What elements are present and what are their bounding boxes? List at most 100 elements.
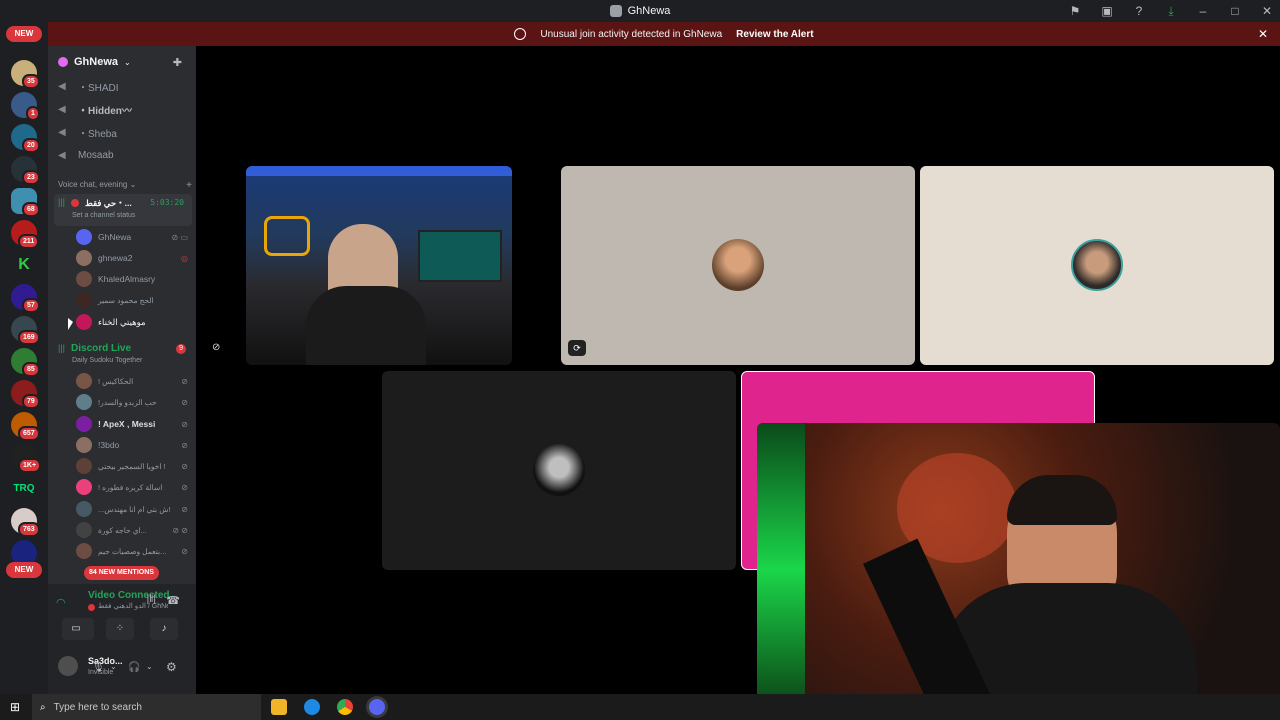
voice-user[interactable]: بتعمل وصصيات جيم... ⊘ [76, 541, 188, 561]
taskbar-search[interactable]: ⌕ Type here to search [32, 694, 261, 720]
voice-panel: ◠ Video Connected الدو الدهني فقط / GhNe… [48, 584, 196, 694]
voice-user[interactable]: !3bdo ⊘ [76, 435, 188, 455]
chevron-down-icon[interactable]: ⌄ [110, 662, 117, 671]
channel-item[interactable]: ◀ ・Sheba [58, 123, 188, 141]
new-unread-pill[interactable]: NEW [6, 26, 42, 42]
disconnect-icon[interactable]: ☎ [166, 594, 180, 607]
channel-label: ・Sheba [78, 128, 117, 140]
deafened-icon: ◎ [181, 253, 188, 263]
active-voice-channel[interactable]: ||| حي فقط・... 5:03:20 Set a channel sta… [54, 194, 192, 226]
user-name: ! اسالة كريزه فطوره [98, 482, 163, 492]
user-name: بتعمل وصصيات جيم... [98, 546, 167, 556]
guild-header[interactable]: GhNewa ⌄ ✚ [48, 46, 196, 78]
voice-user[interactable]: ! ApeX , Messi ⊘ [76, 414, 188, 434]
channel-item[interactable]: ◀ ・Hidden〰 [58, 100, 188, 118]
close-icon[interactable]: ✕ [1258, 27, 1268, 41]
category-label: Voice chat, evening [58, 180, 128, 189]
microphone-icon[interactable]: 🎙 [92, 662, 105, 673]
user-name: GhNewa [98, 232, 132, 242]
voice-user[interactable]: ...ش بتي ام انا مهندس! ⊘ [76, 499, 188, 519]
settings-gear-icon[interactable]: ⚙ [166, 660, 177, 674]
download-icon[interactable]: ⤓ [1164, 0, 1178, 22]
avatar [76, 501, 92, 517]
user-name: اخويا السمجير بيحتي ! [98, 461, 166, 471]
flag-icon[interactable]: ⚑ [1068, 0, 1082, 22]
voice-channel-path[interactable]: الدو الدهني فقط / GhNe... [98, 602, 168, 610]
voice-user[interactable]: موهيتي الخناء [76, 312, 188, 332]
hex-light [264, 216, 310, 256]
unread-badge: 35 [22, 74, 40, 89]
window-title: GhNewa [627, 5, 671, 17]
avatar [76, 314, 92, 330]
edge-icon[interactable] [304, 699, 320, 715]
discord-live-channel[interactable]: ||| Discord Live 9 Daily Sudoku Together [54, 340, 192, 368]
channel-item[interactable]: ◀ Mosaab [58, 146, 188, 164]
maximize-button[interactable]: □ [1228, 0, 1242, 22]
help-icon[interactable]: ? [1132, 0, 1146, 22]
server-icon[interactable]: TRQ [11, 476, 37, 502]
mic-muted-icon: ⊘ [181, 461, 188, 471]
activities-button[interactable]: ⁘ [106, 618, 134, 640]
new-unread-pill[interactable]: NEW [6, 562, 42, 578]
new-mentions-pill[interactable]: 84 NEW MENTIONS [84, 566, 159, 580]
add-channel-icon[interactable]: + [186, 180, 192, 191]
connection-icon: ◠ [56, 597, 66, 609]
mic-muted-icon: ⊘ [181, 397, 188, 407]
mic-muted-icon: ⊘ [212, 342, 221, 353]
server-icon[interactable]: K [11, 252, 37, 278]
unread-badge: 169 [18, 330, 40, 345]
unread-badge: 20 [22, 138, 40, 153]
user-name: موهيتي الخناء [98, 316, 146, 327]
user-avatar[interactable] [58, 656, 78, 676]
voice-active-icon: ||| [58, 343, 66, 353]
chrome-icon[interactable] [337, 699, 353, 715]
file-explorer-icon[interactable] [271, 699, 287, 715]
noise-suppression-icon[interactable]: |‖| [147, 594, 156, 605]
video-tile[interactable]: ⟳ [561, 166, 915, 365]
chevron-down-icon[interactable]: ⌄ [146, 662, 153, 671]
unread-badge: 657 [18, 426, 40, 441]
wall-tv [418, 230, 502, 282]
live-dot-icon [71, 199, 80, 207]
channel-label: ・SHADI [78, 82, 119, 94]
voice-user[interactable]: اي حاجه كورة... ⊘ ⊘ [76, 520, 188, 540]
shield-icon [514, 28, 527, 40]
avatar [76, 416, 92, 432]
voice-user[interactable]: ! اسالة كريزه فطوره ⊘ [76, 477, 188, 497]
voice-user[interactable]: اخويا السمجير بيحتي ! ⊘ [76, 456, 188, 476]
close-window-button[interactable]: ✕ [1260, 0, 1274, 22]
person-hair [1007, 475, 1117, 525]
category-header[interactable]: Voice chat, evening ⌄ + [58, 180, 192, 191]
add-member-icon[interactable]: ✚ [173, 56, 182, 69]
inbox-icon[interactable]: ▣ [1100, 0, 1114, 22]
review-alert-link[interactable]: Review the Alert [736, 29, 813, 40]
unread-badge: 1 [26, 106, 40, 121]
voice-user[interactable]: ! الحكاكيس ⊘ [76, 371, 188, 391]
channel-status[interactable]: Set a channel status [72, 212, 135, 219]
minimize-button[interactable]: – [1196, 0, 1210, 22]
video-tile[interactable] [246, 166, 512, 365]
unread-badge: 211 [18, 234, 40, 249]
headphones-icon[interactable]: 🎧 [128, 662, 140, 673]
screen-share-button[interactable]: ▭ [62, 618, 90, 640]
soundboard-button[interactable]: ♪ [150, 618, 178, 640]
discord-icon[interactable] [369, 699, 385, 715]
voice-user[interactable]: الحج محمود سمير [76, 290, 188, 310]
mic-muted-icon: ⊘ [181, 482, 188, 492]
app-icon [609, 5, 622, 17]
voice-user[interactable]: GhNewa ⊘ ▭ [76, 227, 188, 247]
voice-user[interactable]: ghnewa2 ◎ [76, 248, 188, 268]
video-tile[interactable] [920, 166, 1274, 365]
voice-user[interactable]: KhaledAlmasry [76, 269, 188, 289]
channel-label: Mosaab [78, 149, 114, 161]
voice-status[interactable]: Video Connected [88, 590, 170, 601]
user-name: KhaledAlmasry [98, 274, 156, 284]
video-tile[interactable] [382, 371, 736, 570]
voice-user[interactable]: !حب الزبدو والسدر ⊘ [76, 392, 188, 412]
channel-status: Daily Sudoku Together [72, 357, 143, 364]
speaker-icon: ◀ [58, 103, 66, 115]
channel-item[interactable]: ◀ ・SHADI [58, 77, 188, 95]
windows-start-icon[interactable]: ⊞ [10, 700, 20, 714]
user-name: اي حاجه كورة... [98, 525, 147, 535]
search-placeholder: Type here to search [53, 701, 142, 713]
